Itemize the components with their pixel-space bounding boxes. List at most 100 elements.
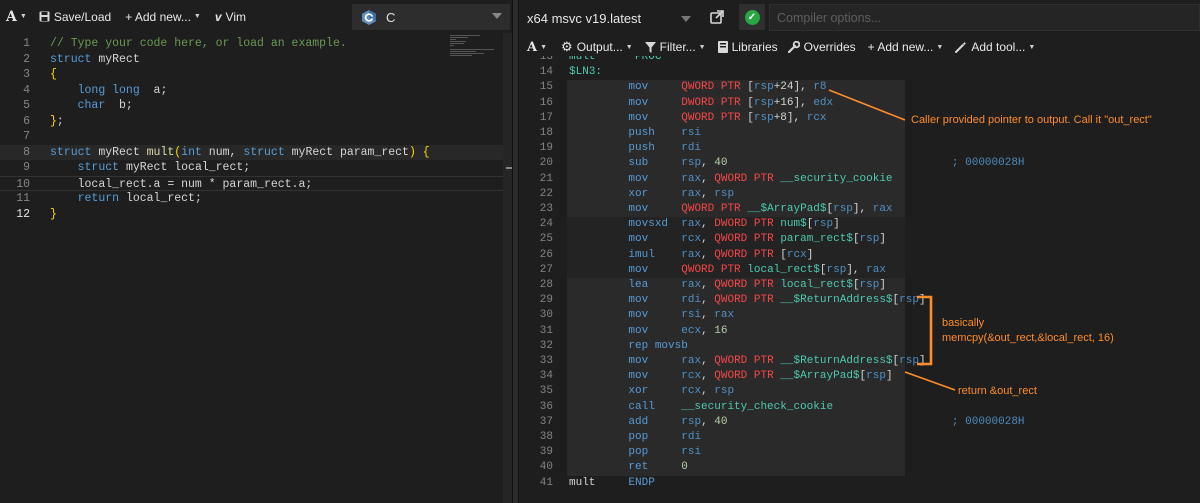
output-menu-button[interactable]: ⚙ Output... ▼ xyxy=(561,39,633,55)
source-code-text: local_rect.a = num * param_rect.a; xyxy=(77,177,313,191)
asm-code-text: mov ecx, 16 xyxy=(628,324,728,337)
annotation-caller-note: Caller provided pointer to output. Call … xyxy=(911,114,1152,126)
compiler-options-input[interactable] xyxy=(769,4,1200,31)
asm-code-text: push rdi xyxy=(628,142,702,155)
asm-code-text: rep movsb xyxy=(628,339,688,352)
asm-line[interactable]: 38 pop rdi xyxy=(519,430,1200,446)
line-number: 2 xyxy=(23,52,30,66)
minimap[interactable] xyxy=(450,35,500,56)
asm-code-text: mov rcx, QWORD PTR param_rect$[rsp] xyxy=(628,233,886,246)
output-font-menu-button[interactable]: A ▼ xyxy=(527,40,547,55)
chevron-down-icon: ▼ xyxy=(540,43,548,51)
compiler-select[interactable]: x64 msvc v19.latest xyxy=(519,3,699,33)
wrench-icon xyxy=(787,41,800,53)
output-label: Output... xyxy=(576,40,623,54)
add-pane-button[interactable]: + Add new... ▼ xyxy=(868,40,944,54)
source-line[interactable]: 9 struct myRect local_rect; xyxy=(0,160,512,176)
asm-line[interactable]: 40 ret 0 xyxy=(519,460,1200,476)
add-new-button[interactable]: + Add new... ▼ xyxy=(125,10,201,24)
save-icon xyxy=(39,11,50,22)
asm-line[interactable]: 20 sub rsp, 40 ; 00000028H xyxy=(519,156,1200,172)
filter-icon xyxy=(644,41,656,53)
line-number: 28 xyxy=(539,279,553,291)
line-number: 3 xyxy=(23,68,30,81)
source-line[interactable]: 12} xyxy=(0,207,512,223)
asm-line[interactable]: 41 mult ENDP xyxy=(519,476,1200,491)
font-menu-button[interactable]: A ▼ xyxy=(6,9,27,25)
asm-line[interactable]: 25 mov rcx, QWORD PTR param_rect$[rsp] xyxy=(519,232,1200,248)
source-line[interactable]: 6}; xyxy=(0,114,512,130)
source-code-editor[interactable]: 1 // Type your code here, or load an exam… xyxy=(0,33,512,503)
line-number: 24 xyxy=(539,218,553,231)
asm-code-text: mov rcx, QWORD PTR __$ArrayPad$[rsp] xyxy=(628,370,893,383)
line-number: 9 xyxy=(23,161,30,174)
line-number: 22 xyxy=(539,187,553,200)
source-line[interactable]: 5 char b; xyxy=(0,98,512,114)
line-number: 20 xyxy=(539,157,553,170)
language-label: C xyxy=(386,9,396,25)
line-number: 10 xyxy=(16,177,30,191)
language-select[interactable]: C xyxy=(352,4,510,30)
asm-code-text: mov DWORD PTR [rsp+16], edx xyxy=(628,96,834,109)
asm-line[interactable]: 33 mov rax, QWORD PTR __$ReturnAddress$[… xyxy=(519,354,1200,370)
chevron-down-icon: ▼ xyxy=(936,43,944,51)
asm-line[interactable]: 39 pop rsi xyxy=(519,445,1200,461)
asm-line[interactable]: 21 mov rax, QWORD PTR __security_cookie xyxy=(519,171,1200,187)
asm-line[interactable]: 16 mov DWORD PTR [rsp+16], edx xyxy=(519,95,1200,111)
vim-toggle-button[interactable]: v Vim xyxy=(215,10,246,24)
source-line[interactable]: 11 return local_rect; xyxy=(0,191,512,207)
line-number: 16 xyxy=(539,96,553,109)
asm-code-text: xor rcx, rsp xyxy=(628,385,735,398)
asm-line[interactable]: 34 mov rcx, QWORD PTR __$ArrayPad$[rsp] xyxy=(519,369,1200,385)
asm-line[interactable]: 26 imul rax, QWORD PTR [rcx] xyxy=(519,247,1200,263)
asm-line[interactable]: 36 call __security_check_cookie xyxy=(519,399,1200,415)
line-number: 32 xyxy=(539,339,553,352)
save-load-button[interactable]: Save/Load xyxy=(39,10,111,24)
font-icon: A xyxy=(6,8,17,25)
asm-code-text: mult PROC xyxy=(569,56,662,63)
chevron-down-icon: ▼ xyxy=(19,13,27,20)
asm-line[interactable]: 13 mult PROC xyxy=(519,56,1200,65)
asm-code-text: mov QWORD PTR [rsp+8], rcx xyxy=(628,111,827,124)
asm-line[interactable]: 18 push rsi xyxy=(519,126,1200,142)
source-line[interactable]: 3{ xyxy=(0,67,512,83)
popout-icon[interactable] xyxy=(709,9,725,25)
chevron-down-icon: ▼ xyxy=(193,13,201,20)
asm-line[interactable]: 24 movsxd rax, DWORD PTR num$[rsp] xyxy=(519,217,1200,233)
source-line[interactable]: 4 long long a; xyxy=(0,83,512,99)
assembly-scrollbar[interactable] xyxy=(1190,56,1200,503)
vim-label: Vim xyxy=(225,9,246,24)
asm-line[interactable]: 15 mov QWORD PTR [rsp+24], r8 xyxy=(519,80,1200,96)
asm-line[interactable]: 35 xor rcx, rsp xyxy=(519,384,1200,400)
source-scrollbar[interactable] xyxy=(503,33,512,503)
source-line[interactable]: 2 struct myRect xyxy=(0,52,512,68)
chevron-down-icon xyxy=(681,16,691,22)
filter-menu-button[interactable]: Filter... ▼ xyxy=(644,40,706,54)
compile-status-button[interactable]: ✓ xyxy=(739,4,765,30)
asm-line[interactable]: 22 xor rax, rsp xyxy=(519,186,1200,202)
add-tool-button[interactable]: Add tool... ▼ xyxy=(955,40,1035,54)
asm-line[interactable]: 30 mov rsi, rax xyxy=(519,308,1200,324)
overrides-button[interactable]: Overrides xyxy=(787,40,856,54)
asm-line[interactable]: 27 mov QWORD PTR local_rect$[rsp], rax xyxy=(519,262,1200,278)
asm-line[interactable]: 29 mov rdi, QWORD PTR __$ReturnAddress$[… xyxy=(519,293,1200,309)
source-line[interactable]: 7 xyxy=(0,129,512,145)
libraries-button[interactable]: Libraries xyxy=(717,40,778,54)
output-toolbar: A ▼ ⚙ Output... ▼ Filter... ▼ Libraries … xyxy=(519,37,1200,57)
annotation-memcpy-note: memcpy(&out_rect,&local_rect, 16) xyxy=(942,332,1114,344)
line-number: 26 xyxy=(539,248,553,261)
asm-line[interactable]: 14 $LN3: xyxy=(519,65,1200,80)
asm-code-text: mov rsi, rax xyxy=(628,309,735,322)
line-number: 19 xyxy=(539,142,553,155)
source-line[interactable]: 1 // Type your code here, or load an exam… xyxy=(0,36,512,52)
asm-code-text: pop rdi xyxy=(628,431,702,443)
asm-line[interactable]: 37 add rsp, 40 ; 00000028H xyxy=(519,414,1200,430)
pane-splitter[interactable] xyxy=(512,0,519,503)
asm-code-text: push rsi xyxy=(628,127,702,139)
asm-line[interactable]: 28 lea rax, QWORD PTR local_rect$[rsp] xyxy=(519,278,1200,294)
source-line[interactable]: 10 local_rect.a = num * param_rect.a; xyxy=(0,175,512,191)
asm-line[interactable]: 19 push rdi xyxy=(519,141,1200,157)
source-line[interactable]: 8 struct myRect mult(int num, struct myRe… xyxy=(0,144,512,160)
line-number: 37 xyxy=(539,415,553,428)
asm-line[interactable]: 23 mov QWORD PTR __$ArrayPad$[rsp], rax xyxy=(519,202,1200,218)
